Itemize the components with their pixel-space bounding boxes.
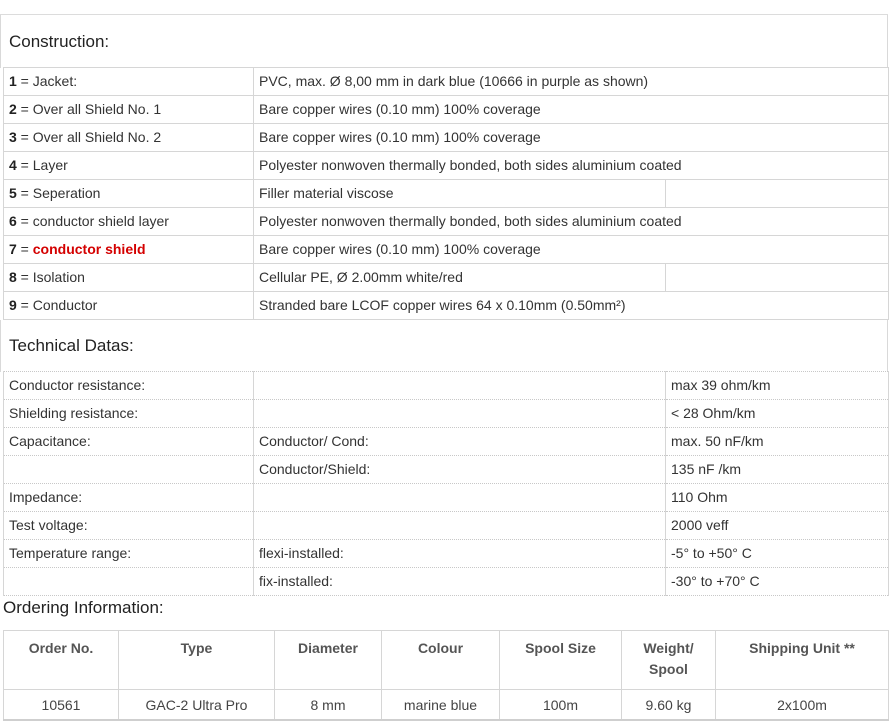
spool-size-cell: 100m bbox=[499, 689, 622, 721]
construction-desc: Polyester nonwoven thermally bonded, bot… bbox=[252, 151, 890, 180]
construction-row: 3 = Over all Shield No. 2 Bare copper wi… bbox=[3, 123, 890, 152]
construction-part: 5 = Seperation bbox=[3, 179, 254, 208]
construction-part: 1 = Jacket: bbox=[3, 67, 254, 96]
tech-param: Capacitance: bbox=[3, 427, 254, 456]
ordering-title-text: Ordering Information: bbox=[3, 598, 164, 617]
ordering-row: 10561 GAC-2 Ultra Pro 8 mm marine blue 1… bbox=[3, 689, 889, 721]
construction-desc: Stranded bare LCOF copper wires 64 x 0.1… bbox=[252, 291, 890, 320]
colour-cell: marine blue bbox=[381, 689, 500, 721]
construction-row: 6 = conductor shield layer Polyester non… bbox=[3, 207, 890, 236]
construction-part: 3 = Over all Shield No. 2 bbox=[3, 123, 254, 152]
tech-value: 135 nF /km bbox=[665, 455, 889, 484]
construction-part: 7 = conductor shield bbox=[3, 235, 254, 264]
construction-row: 9 = Conductor Stranded bare LCOF copper … bbox=[3, 291, 890, 320]
highlight-label: conductor shield bbox=[32, 241, 146, 257]
construction-empty-cell bbox=[664, 179, 890, 208]
weight-cell: 9.60 kg bbox=[621, 689, 716, 721]
tech-value: max. 50 nF/km bbox=[665, 427, 889, 456]
tech-row: Capacitance: Conductor/ Cond: max. 50 nF… bbox=[3, 427, 889, 456]
tech-param: Test voltage: bbox=[3, 511, 254, 540]
tech-param bbox=[3, 455, 254, 484]
tech-condition bbox=[253, 511, 666, 540]
col-colour: Colour bbox=[381, 630, 500, 690]
construction-row: 2 = Over all Shield No. 1 Bare copper wi… bbox=[3, 95, 890, 124]
tech-value: < 28 Ohm/km bbox=[665, 399, 889, 428]
construction-desc: Cellular PE, Ø 2.00mm white/red bbox=[253, 263, 666, 292]
construction-empty-cell bbox=[664, 263, 890, 292]
tech-value: 2000 veff bbox=[665, 511, 889, 540]
construction-part: 6 = conductor shield layer bbox=[3, 207, 254, 236]
tech-row: fix-installed: -30° to +70° C bbox=[3, 567, 889, 596]
technical-title: Technical Datas: bbox=[0, 320, 888, 372]
tech-condition: fix-installed: bbox=[253, 567, 666, 596]
tech-row: Conductor resistance: max 39 ohm/km bbox=[3, 371, 889, 400]
tech-param bbox=[3, 567, 254, 596]
technical-title-text: Technical Datas: bbox=[9, 336, 134, 355]
tech-condition bbox=[253, 483, 666, 512]
construction-title-text: Construction: bbox=[9, 32, 110, 51]
construction-part: 9 = Conductor bbox=[3, 291, 254, 320]
tech-row: Impedance: 110 Ohm bbox=[3, 483, 889, 512]
col-type: Type bbox=[118, 630, 275, 690]
ordering-table: Order No. Type Diameter Colour Spool Siz… bbox=[3, 630, 889, 721]
tech-condition bbox=[253, 371, 666, 400]
col-spool-size: Spool Size bbox=[499, 630, 622, 690]
col-shipping: Shipping Unit ** bbox=[715, 630, 889, 690]
tech-row: Test voltage: 2000 veff bbox=[3, 511, 889, 540]
construction-desc: Bare copper wires (0.10 mm) 100% coverag… bbox=[252, 235, 890, 264]
col-weight: Weight/Spool bbox=[621, 630, 716, 690]
construction-desc: Polyester nonwoven thermally bonded, bot… bbox=[252, 207, 890, 236]
construction-desc: Filler material viscose bbox=[253, 179, 666, 208]
construction-table: 1 = Jacket: PVC, max. Ø 8,00 mm in dark … bbox=[3, 67, 890, 320]
tech-value: 110 Ohm bbox=[665, 483, 889, 512]
construction-row: 7 = conductor shield Bare copper wires (… bbox=[3, 235, 890, 264]
tech-param: Conductor resistance: bbox=[3, 371, 254, 400]
construction-part: 4 = Layer bbox=[3, 151, 254, 180]
tech-row: Shielding resistance: < 28 Ohm/km bbox=[3, 399, 889, 428]
order-no-cell: 10561 bbox=[3, 689, 119, 721]
tech-value: -30° to +70° C bbox=[665, 567, 889, 596]
construction-row: 8 = Isolation Cellular PE, Ø 2.00mm whit… bbox=[3, 263, 890, 292]
construction-desc: Bare copper wires (0.10 mm) 100% coverag… bbox=[252, 95, 890, 124]
tech-row: Temperature range: flexi-installed: -5° … bbox=[3, 539, 889, 568]
diameter-cell: 8 mm bbox=[274, 689, 382, 721]
construction-row: 4 = Layer Polyester nonwoven thermally b… bbox=[3, 151, 890, 180]
tech-param: Temperature range: bbox=[3, 539, 254, 568]
construction-part: 2 = Over all Shield No. 1 bbox=[3, 95, 254, 124]
construction-title: Construction: bbox=[0, 15, 888, 68]
tech-condition: Conductor/Shield: bbox=[253, 455, 666, 484]
col-diameter: Diameter bbox=[274, 630, 382, 690]
shipping-cell: 2x100m bbox=[715, 689, 889, 721]
type-cell: GAC-2 Ultra Pro bbox=[118, 689, 275, 721]
tech-value: max 39 ohm/km bbox=[665, 371, 889, 400]
tech-row: Conductor/Shield: 135 nF /km bbox=[3, 455, 889, 484]
construction-part: 8 = Isolation bbox=[3, 263, 254, 292]
construction-row: 5 = Seperation Filler material viscose bbox=[3, 179, 890, 208]
technical-table: Conductor resistance: max 39 ohm/km Shie… bbox=[3, 371, 889, 596]
construction-desc: PVC, max. Ø 8,00 mm in dark blue (10666 … bbox=[252, 67, 890, 96]
tech-condition: flexi-installed: bbox=[253, 539, 666, 568]
tech-param: Shielding resistance: bbox=[3, 399, 254, 428]
ordering-title: Ordering Information: bbox=[0, 598, 888, 622]
ordering-header-row: Order No. Type Diameter Colour Spool Siz… bbox=[3, 630, 889, 690]
tech-param: Impedance: bbox=[3, 483, 254, 512]
tech-condition bbox=[253, 399, 666, 428]
construction-row: 1 = Jacket: PVC, max. Ø 8,00 mm in dark … bbox=[3, 67, 890, 96]
tech-condition: Conductor/ Cond: bbox=[253, 427, 666, 456]
tech-value: -5° to +50° C bbox=[665, 539, 889, 568]
construction-desc: Bare copper wires (0.10 mm) 100% coverag… bbox=[252, 123, 890, 152]
col-order-no: Order No. bbox=[3, 630, 119, 690]
